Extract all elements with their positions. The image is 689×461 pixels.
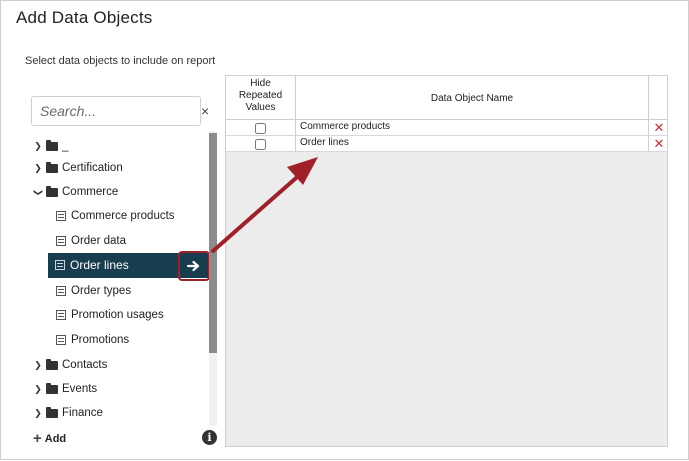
table-icon xyxy=(56,286,66,296)
chevron-right-icon[interactable]: ❯ xyxy=(33,384,43,395)
tree-folder-commerce[interactable]: ❯ Commerce xyxy=(33,180,118,204)
tree-folder-finance[interactable]: ❯ Finance xyxy=(33,401,103,425)
selected-objects-grid: Hide Repeated Values Data Object Name Co… xyxy=(225,75,668,447)
folder-icon xyxy=(46,382,58,394)
info-icon[interactable]: i xyxy=(202,430,217,445)
tree-item-label: Promotions xyxy=(71,334,130,346)
tree-object-order-data[interactable]: Order data xyxy=(56,229,126,253)
folder-icon xyxy=(46,358,58,370)
dialog-title: Add Data Objects xyxy=(16,8,153,27)
tree-item-label: Contacts xyxy=(62,359,108,371)
add-folder-button[interactable]: + Add xyxy=(33,430,66,447)
folder-icon xyxy=(46,161,58,173)
header-text: Hide xyxy=(250,78,271,89)
table-icon xyxy=(56,335,66,345)
column-header-data-object-name[interactable]: Data Object Name xyxy=(296,76,649,120)
plus-icon: + xyxy=(33,430,42,447)
tree-folder-underscore[interactable]: ❯ _ xyxy=(33,134,68,158)
table-row: Order lines ✕ xyxy=(226,136,667,152)
delete-row-x-icon[interactable]: ✕ xyxy=(651,136,667,152)
column-divider xyxy=(648,136,649,152)
chevron-right-icon[interactable]: ❯ xyxy=(33,163,43,174)
delete-row-x-icon[interactable]: ✕ xyxy=(651,120,667,136)
tree-folder-events[interactable]: ❯ Events xyxy=(33,377,97,401)
tree-object-promotions[interactable]: Promotions xyxy=(56,328,129,352)
tree-item-label: Order lines xyxy=(70,258,129,272)
search-input[interactable] xyxy=(32,97,200,125)
table-icon xyxy=(56,211,66,221)
table-icon xyxy=(56,310,66,320)
search-box xyxy=(31,96,201,126)
folder-icon xyxy=(46,139,58,151)
tree-folder-contacts[interactable]: ❯ Contacts xyxy=(33,353,107,377)
tree-item-label: Commerce products xyxy=(71,210,175,222)
grid-header: Hide Repeated Values Data Object Name xyxy=(226,76,667,120)
hide-repeated-cell xyxy=(226,120,296,136)
chevron-right-icon[interactable]: ❯ xyxy=(33,408,43,419)
chevron-right-icon[interactable]: ❯ xyxy=(33,360,43,371)
chevron-right-icon[interactable]: ❯ xyxy=(33,141,43,152)
tree-item-label: Promotion usages xyxy=(71,309,164,321)
tree-object-commerce-products[interactable]: Commerce products xyxy=(56,204,175,228)
folder-icon xyxy=(46,406,58,418)
hide-repeated-checkbox[interactable] xyxy=(255,138,266,150)
table-icon xyxy=(55,260,65,270)
tree-item-label: Events xyxy=(62,383,98,395)
add-to-report-button[interactable] xyxy=(181,254,207,278)
tree-object-order-types[interactable]: Order types xyxy=(56,279,131,303)
hide-repeated-checkbox[interactable] xyxy=(255,122,266,134)
tree-item-label: Order data xyxy=(71,235,126,247)
tree-scrollbar-thumb[interactable] xyxy=(209,133,217,353)
data-object-name: Order lines xyxy=(300,137,349,148)
tree-item-label: Certification xyxy=(62,162,123,174)
table-row: Commerce products ✕ xyxy=(226,120,667,136)
tree-item-label: _ xyxy=(62,140,69,152)
header-text: Values xyxy=(245,102,276,113)
column-header-hide-repeated[interactable]: Hide Repeated Values xyxy=(226,76,296,120)
data-object-name: Commerce products xyxy=(300,121,391,132)
table-icon xyxy=(56,236,66,246)
column-divider xyxy=(648,120,649,136)
tree-object-promotion-usages[interactable]: Promotion usages xyxy=(56,303,164,327)
tree-folder-certification[interactable]: ❯ Certification xyxy=(33,156,123,180)
arrow-right-icon xyxy=(187,260,200,272)
header-text: Repeated xyxy=(238,90,283,101)
folder-icon xyxy=(46,185,58,197)
add-label: Add xyxy=(44,432,67,445)
instructions-text: Select data objects to include on report xyxy=(25,55,216,67)
tree-item-label: Order types xyxy=(71,285,132,297)
clear-search-icon[interactable]: × xyxy=(201,103,209,119)
hide-repeated-cell xyxy=(226,136,296,152)
tree-item-label: Commerce xyxy=(62,186,119,198)
chevron-down-icon[interactable]: ❯ xyxy=(33,187,44,197)
tree-item-label: Finance xyxy=(62,407,103,419)
dialog: Add Data Objects Select data objects to … xyxy=(0,0,689,460)
